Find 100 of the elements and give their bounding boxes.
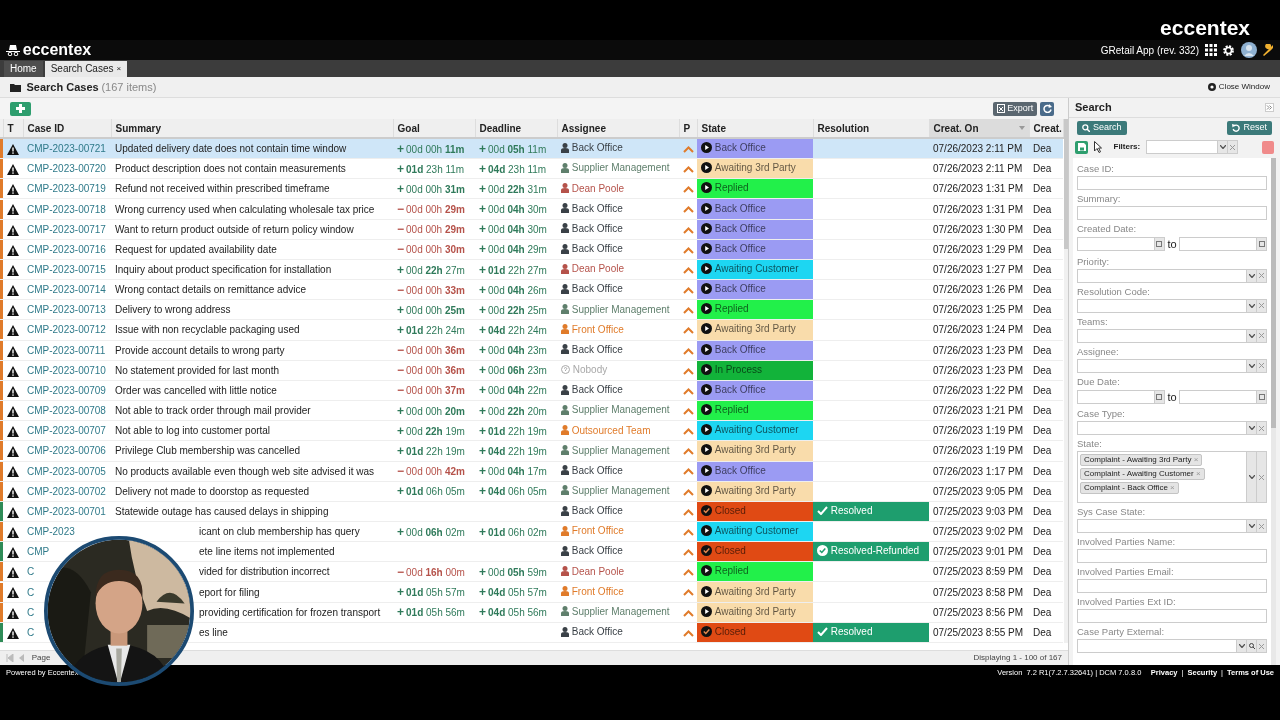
input-field[interactable] <box>1077 176 1267 190</box>
dropdown-caret-icon[interactable] <box>1248 524 1255 528</box>
column-header[interactable]: Deadline <box>475 119 557 138</box>
sort-caret-icon[interactable] <box>1018 125 1025 130</box>
case-id-link[interactable]: CMP-2023-00707 <box>27 425 106 437</box>
dropdown-caret-icon[interactable] <box>1248 363 1255 368</box>
input-field[interactable] <box>1077 206 1267 220</box>
case-id-link[interactable]: CMP-2023-00719 <box>27 183 106 195</box>
truncated-case-number[interactable]: C <box>27 586 35 598</box>
previous-page-icon[interactable] <box>18 654 25 662</box>
case-id-link[interactable]: CMP-2023-00717 <box>27 223 106 235</box>
clear-icon[interactable] <box>1259 303 1264 308</box>
reset-icon <box>1232 124 1241 132</box>
input-field[interactable] <box>1077 579 1267 593</box>
tab[interactable]: Home <box>4 61 43 77</box>
save-button[interactable] <box>1075 140 1088 154</box>
truncated-case-number[interactable]: CMP <box>27 546 50 558</box>
select-field[interactable] <box>1077 328 1267 343</box>
column-header[interactable]: Resolution <box>813 119 929 138</box>
multi-select-field[interactable]: Complaint - Awaiting 3rd Party × Complaint - Awaiting Customer × Complaint - Back Office × <box>1077 451 1267 503</box>
column-header[interactable]: Case ID <box>23 119 111 138</box>
case-id-link[interactable]: CMP-2023-00701 <box>27 505 106 517</box>
select-field[interactable] <box>1077 519 1267 533</box>
reset-button[interactable]: Reset <box>1227 121 1272 135</box>
calendar-icon[interactable] <box>1156 241 1163 248</box>
column-header[interactable]: Goal <box>393 119 475 138</box>
dropdown-caret-icon[interactable] <box>1248 333 1255 338</box>
dropdown-caret-icon[interactable] <box>1219 145 1226 149</box>
close-icon[interactable]: × <box>116 64 122 73</box>
dropdown-caret-icon[interactable] <box>1248 475 1255 479</box>
created-date: 07/26/2023 1:24 PM <box>933 324 1024 336</box>
calendar-icon[interactable] <box>1156 393 1163 400</box>
input-field[interactable] <box>1077 549 1267 563</box>
clear-icon[interactable] <box>1259 523 1264 529</box>
column-header[interactable]: State <box>697 119 813 138</box>
collapse-icon[interactable] <box>1265 103 1274 112</box>
refresh-button[interactable] <box>1040 101 1054 116</box>
avatar-icon[interactable] <box>1240 42 1257 58</box>
clear-icon[interactable] <box>1259 643 1264 649</box>
select-field[interactable] <box>1077 358 1267 373</box>
apps-icon[interactable] <box>1204 44 1217 56</box>
case-id-link[interactable]: CMP-2023-00709 <box>27 384 106 396</box>
clear-icon[interactable] <box>1259 333 1264 338</box>
search-icon[interactable] <box>1248 643 1255 649</box>
case-id-link[interactable]: CMP-2023-00711 <box>27 344 106 356</box>
dropdown-caret-icon[interactable] <box>1248 303 1255 308</box>
selected-tag[interactable]: Complaint - Awaiting Customer × <box>1080 468 1205 480</box>
date-field[interactable] <box>1077 237 1165 252</box>
date-field[interactable] <box>1179 389 1267 404</box>
dropdown-caret-icon[interactable] <box>1248 426 1255 430</box>
column-header[interactable]: Summary <box>111 119 393 138</box>
clear-icon[interactable] <box>1259 474 1264 480</box>
case-id-link[interactable]: CMP-2023-00706 <box>27 445 106 457</box>
column-header[interactable]: Assignee <box>557 119 679 138</box>
truncated-case-number[interactable]: C <box>27 626 35 638</box>
case-id-link[interactable]: CMP-2023-00715 <box>27 264 106 275</box>
first-page-icon[interactable] <box>6 654 14 662</box>
select-field[interactable] <box>1077 639 1267 653</box>
add-button[interactable] <box>10 101 31 116</box>
date-field[interactable] <box>1179 237 1267 252</box>
clear-icon[interactable] <box>1259 273 1264 278</box>
input-field[interactable] <box>1077 609 1267 623</box>
case-id-link[interactable]: CMP-2023-00712 <box>27 324 106 336</box>
case-id-link[interactable]: CMP-2023-00702 <box>27 485 106 497</box>
select-field[interactable] <box>1077 268 1267 283</box>
date-field[interactable] <box>1077 389 1165 404</box>
clear-icon[interactable] <box>1230 144 1236 150</box>
selected-tag[interactable]: Complaint - Awaiting 3rd Party × <box>1080 454 1203 466</box>
case-id-link[interactable]: CMP-2023-00708 <box>27 405 106 417</box>
clear-icon[interactable] <box>1259 363 1264 368</box>
close-window-link[interactable]: Close Window <box>1208 81 1270 93</box>
delete-button[interactable] <box>1262 140 1274 154</box>
calendar-icon[interactable] <box>1258 393 1265 400</box>
case-id-link[interactable]: CMP-2023-00718 <box>27 203 106 215</box>
column-header[interactable]: Creat. <box>1029 119 1063 138</box>
calendar-icon[interactable] <box>1258 241 1265 248</box>
select-field[interactable] <box>1077 421 1267 435</box>
case-id-link[interactable]: CMP-2023-00720 <box>27 163 106 175</box>
select-field[interactable] <box>1077 298 1267 313</box>
case-id-link[interactable]: CMP-2023-00714 <box>27 284 106 296</box>
case-id-link[interactable]: CMP-2023-00705 <box>27 465 106 477</box>
dropdown-caret-icon[interactable] <box>1248 273 1255 278</box>
selected-tag[interactable]: Complaint - Back Office × <box>1080 482 1179 494</box>
creator-name: Dea <box>1033 405 1052 417</box>
clear-icon[interactable] <box>1259 425 1264 431</box>
truncated-case-number[interactable]: C <box>27 566 35 578</box>
case-id-link[interactable]: CMP-2023-00710 <box>27 364 106 376</box>
truncated-case-number[interactable]: CMP-2023 <box>27 526 75 538</box>
case-id-link[interactable]: CMP-2023-00713 <box>27 304 106 316</box>
creator-name: Dea <box>1033 284 1052 296</box>
tab[interactable]: Search Cases × <box>44 61 128 77</box>
settings-icon[interactable] <box>1222 43 1235 57</box>
dropdown-caret-icon[interactable] <box>1238 644 1245 648</box>
search-button[interactable]: Search <box>1077 121 1127 135</box>
export-button[interactable]: Export <box>993 101 1038 116</box>
created-date: 07/26/2023 1:27 PM <box>933 264 1024 275</box>
column-header[interactable]: Creat. On <box>929 119 1029 138</box>
wrench-icon[interactable] <box>1262 44 1274 56</box>
truncated-case-number[interactable]: C <box>27 606 35 618</box>
case-id-link[interactable]: CMP-2023-00716 <box>27 243 106 255</box>
